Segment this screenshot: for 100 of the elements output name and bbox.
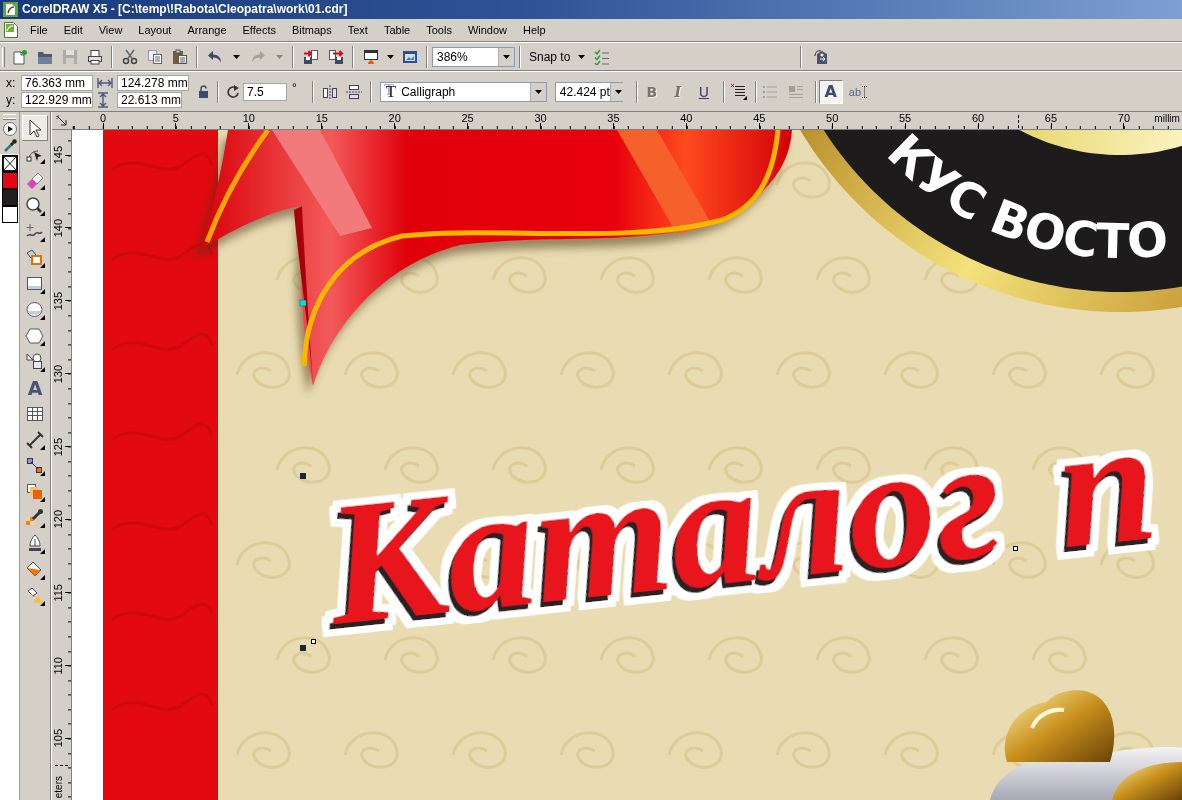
picture-window-icon [401,48,418,65]
menu-item[interactable]: File [22,21,56,39]
menu-item[interactable]: View [90,21,131,39]
ruler-number: 105 [53,729,64,748]
clipboard-icon [171,48,188,65]
tag-icon [812,48,829,65]
color-swatch-icon[interactable] [1,189,18,206]
drop-cap-icon [787,83,804,100]
ruler-number: 115 [53,583,64,602]
font-list-combo[interactable]: T Calligraph [379,81,547,102]
ruler-unit-label: millim [1154,112,1180,124]
text-cursor-icon [862,85,868,98]
dimension-line-icon [25,430,45,450]
height-field[interactable]: 22.613 mm [117,92,183,108]
selection-handle-icon[interactable] [300,645,306,651]
caret-icon [614,89,622,94]
hexagon-icon [25,326,45,346]
mirror-horizontal-icon [321,83,338,100]
grid-icon [25,404,45,424]
eyedropper-icon[interactable] [2,139,17,153]
ruler-number: 55 [899,112,912,124]
menu-item[interactable]: Window [459,21,515,39]
menu-item[interactable]: Edit [55,21,91,39]
ruler-number: 145 [53,145,64,165]
menu-item[interactable]: Arrange [179,21,235,39]
caret-icon [578,54,586,59]
x-position-field[interactable]: 76.363 mm [21,75,93,91]
bullet-list-icon [761,83,778,100]
font-size-combo[interactable]: 42.424 pt [554,81,623,102]
rotation-field[interactable]: 7.5 [243,82,287,101]
node-marker-icon[interactable] [1013,546,1018,551]
ruler-number: 135 [53,291,64,310]
ruler-number: 45 [753,112,766,124]
color-swatch-icon[interactable] [1,172,18,189]
menu-item[interactable]: Effects [234,21,284,39]
edit-text-button[interactable]: A [818,79,843,104]
menu-item[interactable]: Layout [130,21,180,39]
ruler-number: 140 [53,218,64,238]
window-title: CorelDRAW X5 - [C:\temp\!Rabota\Cleopatra\work\01.cdr] [22,2,348,17]
selection-handle-icon[interactable] [300,473,306,479]
text-tool-button[interactable]: A [22,375,48,401]
redo-arrow-icon [249,48,266,65]
menu-item[interactable]: Help [515,21,554,39]
dropdown-button[interactable] [498,47,514,66]
eraser-icon [25,170,45,190]
node-marker-icon[interactable] [311,639,316,644]
undo-arrow-icon [206,48,223,65]
shapes-icon [25,352,45,372]
ruler-number: 15 [315,112,328,124]
checklist-icon [593,48,610,65]
zoom-icon [25,196,45,216]
text-align-icon [730,83,748,100]
app-icon [3,2,18,17]
monitor-flame-icon [362,48,379,65]
palette-grip[interactable] [3,114,16,119]
caret-icon [534,89,542,94]
caret-icon [232,54,240,59]
gradient-bucket-icon [25,586,45,606]
ruler-number: 0 [99,112,107,124]
underline-button[interactable]: U [692,80,715,103]
cursor-position-mark [55,765,68,766]
snap-to-dropdown[interactable]: Snap to [525,45,590,68]
export-icon [327,48,344,65]
no-color-swatch-icon[interactable] [1,155,18,172]
color-swatch-icon[interactable] [1,206,18,223]
pick-tool-button[interactable] [22,115,48,141]
height-arrows-icon [97,92,109,108]
menu-item[interactable]: Text [339,21,376,39]
ruler-unit-label: eters [53,775,65,799]
dropdown-button[interactable] [609,82,626,101]
menu-item[interactable]: Tools [418,21,460,39]
ellipse-icon [25,300,45,320]
rectangle-icon [25,274,45,294]
width-field[interactable]: 124.278 mm [117,75,189,91]
ruler-number: 5 [172,112,179,124]
text-type-button[interactable]: ab [846,80,870,103]
copy-pages-icon [146,48,163,65]
document-icon[interactable] [4,22,18,38]
heading-word: п [1047,380,1165,586]
ruler-origin-icon[interactable] [56,114,68,127]
ruler-number: 110 [53,656,64,675]
font-name-value: Calligraph [401,84,456,99]
dropdown-button[interactable] [529,82,546,101]
connector-icon [25,456,45,476]
anchor-node-icon[interactable] [299,299,307,307]
font-type-icon: T [385,83,397,100]
ruler-number: 40 [680,112,693,124]
zoom-level-combo[interactable]: 386% [432,46,515,67]
y-position-field[interactable]: 122.929 mm [21,92,93,108]
ruler-number: 130 [53,364,64,383]
padlock-icon [198,85,209,98]
menu-item[interactable]: Bitmaps [283,21,340,39]
ruler-number: 65 [1044,112,1058,124]
ruler-number: 10 [242,112,255,124]
import-icon [302,48,319,65]
menu-item[interactable]: Table [375,21,419,39]
ruler-number: 125 [53,437,64,456]
ruler-number: 20 [388,112,401,124]
rotate-arrow-icon [226,84,240,99]
ruler-number: 70 [1117,112,1130,124]
